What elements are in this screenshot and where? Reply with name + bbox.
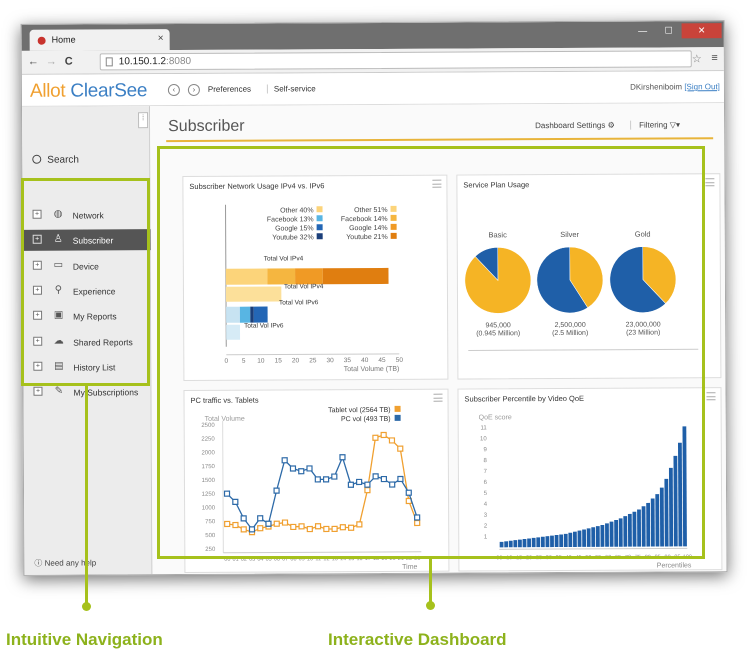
forward-arrow-icon[interactable]: → <box>46 56 57 68</box>
x-axis-label: Percentiles <box>657 562 692 569</box>
address-bar[interactable]: 10.150.1.2:8080 <box>99 50 692 71</box>
logo: Allot ClearSee <box>30 80 147 103</box>
search-label: Search <box>47 154 79 166</box>
maximize-icon[interactable]: ☐ <box>656 23 682 38</box>
dashboard-highlight-box <box>157 146 705 559</box>
tab-bar: Home × — ☐ ✕ <box>21 21 726 51</box>
sidebar-collapse-handle[interactable]: ⁞ <box>138 112 149 129</box>
sidebar-nav: + ◍ Network + ♙ Subscriber + ▭ Device + ⚲ Experienc… <box>22 106 151 398</box>
filter-icon: ▽▾ <box>669 120 680 130</box>
edit-icon: ✎ <box>54 385 64 397</box>
dashboard-settings-button[interactable]: Dashboard Settings ⚙ <box>535 121 615 130</box>
title-underline <box>166 137 714 143</box>
user-name: DKirsheniboim <box>630 82 683 92</box>
browser-toolbar: ← → C 10.150.1.2:8080 ☆ ≡ <box>21 47 726 75</box>
url-port: :8080 <box>165 55 192 68</box>
logo-product: ClearSee <box>70 80 148 102</box>
page-icon <box>105 57 113 67</box>
preferences-link[interactable]: Preferences <box>208 85 251 94</box>
x-axis-label: Time <box>402 564 417 571</box>
tab-title: Home <box>51 34 76 45</box>
expand-icon[interactable]: + <box>33 386 43 396</box>
browser-tab[interactable]: Home × <box>29 29 170 51</box>
navigation-callout-dot <box>82 602 91 611</box>
gear-icon: ⚙ <box>607 120 615 130</box>
sign-out-link[interactable]: [Sign Out] <box>684 82 720 91</box>
navigation-callout-line <box>85 386 88 606</box>
page: { "browser": { "tab_title": "Home", "url… <box>0 0 754 669</box>
close-tab-icon[interactable]: × <box>158 33 164 44</box>
intuitive-navigation-label: Intuitive Navigation <box>6 630 163 649</box>
filtering-button[interactable]: Filtering ▽▾ <box>630 120 680 130</box>
back-circle-icon[interactable]: ‹ <box>167 84 180 97</box>
logo-brand: Allot <box>29 80 66 102</box>
self-service-link[interactable]: Self-service <box>266 84 316 94</box>
back-arrow-icon[interactable]: ← <box>28 56 39 68</box>
sidebar-search[interactable]: Search <box>32 155 79 166</box>
forward-circle-icon[interactable]: › <box>187 83 200 96</box>
page-title: Subscriber <box>168 117 245 136</box>
favicon-icon <box>37 36 46 45</box>
sidebar-item-label: My Subscriptions <box>73 387 139 398</box>
url-host: 10.150.1.2 <box>118 56 167 68</box>
navigation-highlight-box <box>21 178 150 386</box>
browser-menu-icon[interactable]: ≡ <box>711 52 717 64</box>
dashboard-settings-label: Dashboard Settings <box>535 120 606 131</box>
dashboard-callout-dot <box>426 601 435 610</box>
app-header: Allot ClearSee ‹ › Preferences Self-serv… <box>21 71 726 107</box>
dashboard-callout-line <box>429 559 432 605</box>
interactive-dashboard-label: Interactive Dashboard <box>328 630 507 649</box>
close-window-icon[interactable]: ✕ <box>681 23 722 39</box>
user-info: DKirsheniboim [Sign Out] <box>630 82 720 91</box>
reload-icon[interactable]: C <box>65 56 73 68</box>
bookmark-star-icon[interactable]: ☆ <box>692 52 702 65</box>
minimize-icon[interactable]: — <box>630 24 656 39</box>
filtering-label: Filtering <box>639 120 668 130</box>
search-icon <box>32 154 42 164</box>
help-label: Need any help <box>44 558 97 568</box>
window-controls: — ☐ ✕ <box>630 23 722 39</box>
